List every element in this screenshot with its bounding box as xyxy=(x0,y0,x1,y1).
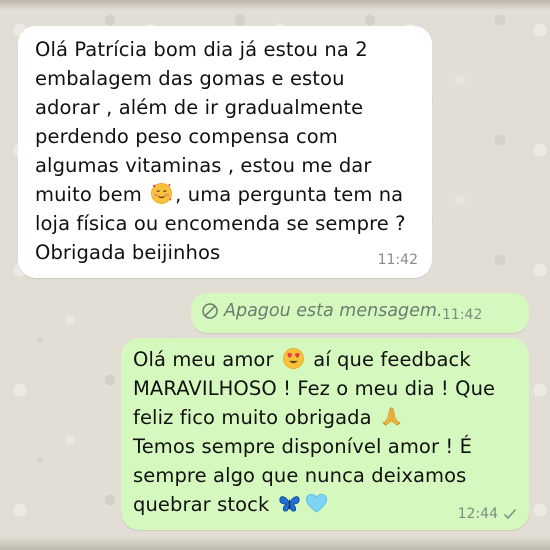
message-line: algumas vitaminas , estou me dar xyxy=(35,154,372,177)
previous-message-edge xyxy=(0,0,550,10)
message-fragment: muito bem xyxy=(35,183,142,206)
blue-butterfly-icon xyxy=(279,496,300,512)
message-line: loja física ou encomenda se sempre ? xyxy=(35,212,406,235)
message-fragment: quebrar stock xyxy=(133,493,270,516)
message-fragment: aí que feedback xyxy=(313,348,471,371)
message-timestamp: 11:42 xyxy=(442,307,483,323)
message-fragment: feliz fico muito obrigada xyxy=(133,406,372,429)
message-fragment: , uma pergunta tem na xyxy=(175,183,404,206)
heart-eyes-icon xyxy=(282,348,304,369)
deleted-message-notice: Apagou esta mensagem. xyxy=(201,301,443,321)
message-line: embalagem das gomas e estou xyxy=(35,67,345,90)
message-line: feliz fico muito obrigada xyxy=(133,403,495,432)
message-line: Olá meu amor aí que feedback xyxy=(133,345,495,374)
light-blue-heart-icon xyxy=(305,494,327,513)
incoming-message-text: Olá Patrícia bom dia já estou na 2 embal… xyxy=(35,35,406,267)
input-bar-edge xyxy=(0,536,550,550)
message-line: MARAVILHOSO ! Fez o meu dia ! Que xyxy=(133,377,496,400)
message-timestamp: 11:42 xyxy=(377,252,418,268)
message-line: adorar , além de ir gradualmente xyxy=(35,96,364,119)
message-line: muito bem , uma pergunta tem na xyxy=(35,180,406,209)
deleted-message-bubble[interactable]: Apagou esta mensagem. 11:42 xyxy=(191,293,529,333)
outgoing-message-bubble[interactable]: Olá meu amor aí que feedback MARAVILHOSO… xyxy=(121,338,529,530)
deleted-icon xyxy=(202,303,218,319)
incoming-message-bubble[interactable]: Olá Patrícia bom dia já estou na 2 embal… xyxy=(18,26,432,278)
message-fragment: Olá meu amor xyxy=(133,348,274,371)
message-line: Olá Patrícia bom dia já estou na 2 xyxy=(35,38,368,61)
message-line: sempre algo que nunca deixamos xyxy=(133,464,467,487)
message-line: perdendo peso compensa com xyxy=(35,125,338,148)
message-meta: 12:44 xyxy=(458,506,517,522)
outgoing-message-text: Olá meu amor aí que feedback MARAVILHOSO… xyxy=(133,345,495,519)
message-timestamp: 12:44 xyxy=(457,506,498,522)
message-line: Obrigada beijinhos xyxy=(35,241,221,264)
message-line: quebrar stock xyxy=(133,490,495,519)
smiling-face-with-hearts-icon xyxy=(151,183,173,204)
sent-check-icon xyxy=(503,509,517,520)
deleted-message-text: Apagou esta mensagem. xyxy=(224,301,443,321)
message-line: Temos sempre disponível amor ! É xyxy=(133,435,473,458)
folded-hands-icon xyxy=(382,407,401,426)
